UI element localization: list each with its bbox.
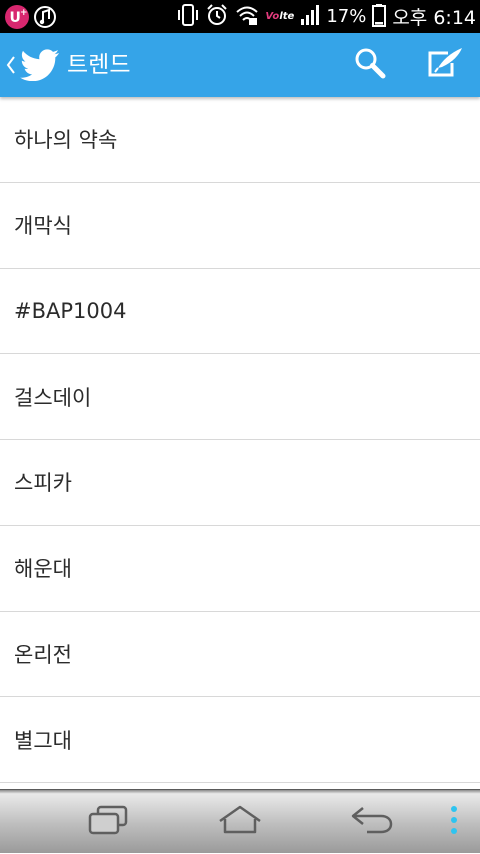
trend-item[interactable]: 스피카 (0, 440, 480, 526)
recent-apps-icon (86, 804, 130, 840)
menu-button[interactable] (440, 790, 468, 854)
trend-label: 걸스데이 (14, 385, 92, 410)
trend-item[interactable]: 해운대 (0, 525, 480, 612)
clock: 오후 6:14 (392, 7, 476, 29)
page-title: 트렌드 (67, 52, 131, 78)
trends-list: 하나의 약속 개막식 #BAP1004 걸스데이 스피카 해운대 온리전 별그대 (0, 97, 480, 783)
trend-label: 하나의 약속 (14, 128, 118, 153)
home-icon (216, 804, 264, 840)
home-button[interactable] (202, 790, 278, 854)
menu-dots-icon (449, 805, 459, 839)
status-bar: U + Volte 17% 오후 6:14 (0, 0, 480, 33)
battery-icon (372, 3, 387, 31)
trend-label: 개막식 (14, 214, 72, 239)
wifi-icon (235, 4, 259, 30)
trend-item[interactable]: 걸스데이 (0, 354, 480, 440)
trend-label: 별그대 (14, 728, 72, 753)
trend-item[interactable]: #BAP1004 (0, 268, 480, 355)
phone-vibrate-icon (177, 3, 199, 31)
home-up-button[interactable] (0, 33, 62, 97)
back-button[interactable] (334, 790, 410, 854)
trend-item[interactable]: 온리전 (0, 611, 480, 698)
alarm-icon (205, 3, 229, 31)
recent-apps-button[interactable] (70, 790, 146, 854)
compose-icon (426, 47, 464, 83)
music-icon (34, 4, 56, 34)
u-plus-icon: U + (4, 4, 30, 34)
trend-item[interactable]: 하나의 약속 (0, 97, 480, 183)
search-icon (354, 47, 386, 83)
network-type-label: Volte (265, 11, 295, 22)
trend-label: #BAP1004 (14, 298, 127, 323)
trend-label: 온리전 (14, 642, 72, 667)
action-bar: 트렌드 (0, 33, 480, 97)
back-icon (349, 804, 395, 840)
twitter-bird-icon (20, 49, 60, 85)
signal-icon (300, 4, 320, 30)
trend-item[interactable]: 개막식 (0, 182, 480, 269)
svg-text:+: + (20, 8, 28, 18)
battery-percent: 17% (326, 6, 367, 27)
up-caret-icon (6, 55, 16, 79)
navigation-bar (0, 789, 480, 853)
trend-label: 스피카 (14, 471, 72, 496)
trend-label: 해운대 (14, 557, 72, 582)
trend-item[interactable]: 별그대 (0, 697, 480, 783)
status-bar-right: Volte 17% 오후 6:14 (177, 0, 476, 33)
status-bar-left: U + (4, 4, 56, 34)
compose-button[interactable] (415, 33, 475, 97)
search-button[interactable] (340, 33, 400, 97)
